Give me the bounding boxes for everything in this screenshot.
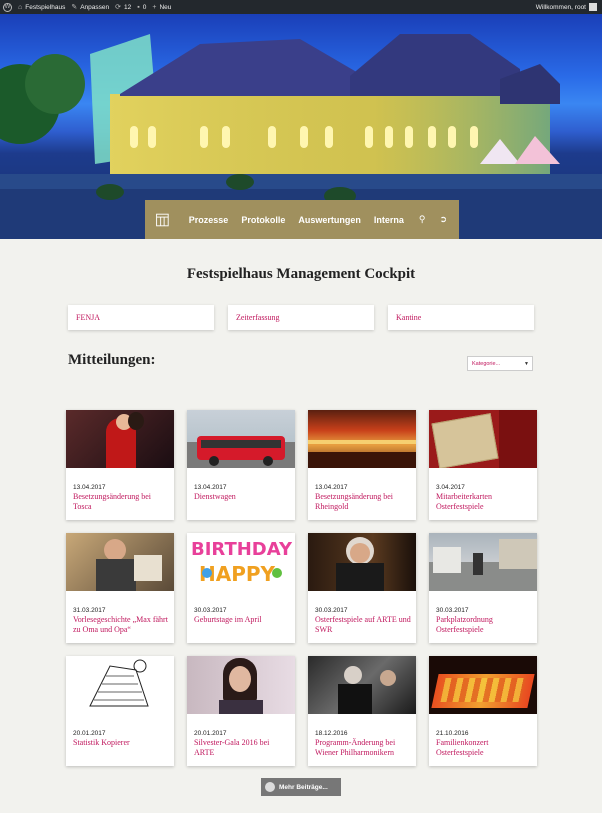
post-card[interactable]: 31.03.2017 Vorlesegeschichte „Max fährt … (66, 533, 174, 643)
adminbar-customize-label: Anpassen (80, 3, 110, 11)
post-thumbnail[interactable] (429, 410, 537, 468)
post-date: 13.04.2017 (315, 484, 348, 491)
category-select[interactable]: Kategorie... ▼ (467, 356, 533, 371)
brush-icon: ✎ (71, 4, 78, 11)
nav-prozesse[interactable]: Prozesse (189, 215, 229, 225)
adminbar-new[interactable]: + Neu (152, 0, 171, 14)
spinner-icon (265, 782, 275, 792)
post-thumbnail[interactable] (66, 656, 174, 714)
post-date: 30.03.2017 (194, 607, 227, 614)
logout-icon[interactable]: ➲ (439, 214, 447, 225)
post-card[interactable]: 3.04.2017 Mitarbeiterkarten Osterfestspi… (429, 410, 537, 520)
post-title[interactable]: Vorlesegeschichte „Max fährt zu Oma und … (73, 615, 169, 635)
post-thumbnail[interactable] (429, 533, 537, 591)
post-card[interactable]: 13.04.2017 Dienstwagen (187, 410, 295, 520)
post-card[interactable]: 20.01.2017 Silvester-Gala 2016 bei ARTE (187, 656, 295, 766)
adminbar-welcome: Willkommen, root (535, 3, 586, 11)
plus-icon: + (152, 3, 157, 11)
post-title[interactable]: Statistik Kopierer (73, 738, 169, 748)
post-card[interactable]: 13.04.2017 Besetzungsänderung bei Tosca (66, 410, 174, 520)
post-date: 18.12.2016 (315, 730, 348, 737)
quicklink-fenja[interactable]: FENJA (68, 305, 214, 330)
post-thumbnail[interactable] (429, 656, 537, 714)
post-thumbnail[interactable] (308, 410, 416, 468)
updates-icon: ⟳ (115, 4, 122, 11)
comment-icon: ▪ (137, 3, 140, 11)
load-more-label: Mehr Beiträge... (279, 783, 328, 791)
post-thumbnail[interactable]: BIRTHDAY HAPPY (187, 533, 295, 591)
post-thumbnail[interactable] (308, 533, 416, 591)
admin-bar: W ⌂ Festspielhaus ✎ Anpassen ⟳ 12 ▪ 0 + Neu W… (0, 0, 602, 14)
festspielhaus-logo[interactable] (156, 209, 169, 231)
chevron-down-icon: ▼ (524, 361, 529, 367)
adminbar-site-label: Festspielhaus (25, 3, 66, 11)
svg-text:BIRTHDAY: BIRTHDAY (191, 539, 293, 560)
search-icon[interactable]: ⚲ (419, 214, 426, 225)
post-date: 30.03.2017 (315, 607, 348, 614)
avatar (589, 3, 597, 11)
post-date: 31.03.2017 (73, 607, 106, 614)
nav-auswertungen[interactable]: Auswertungen (298, 215, 361, 225)
post-card[interactable]: 30.03.2017 Osterfestspiele auf ARTE und … (308, 533, 416, 643)
news-heading: Mitteilungen: (68, 352, 156, 368)
post-date: 20.01.2017 (194, 730, 227, 737)
post-title[interactable]: Familienkonzert Osterfestspiele (436, 738, 532, 758)
post-date: 13.04.2017 (194, 484, 227, 491)
post-thumbnail[interactable] (66, 410, 174, 468)
post-title[interactable]: Silvester-Gala 2016 bei ARTE (194, 738, 290, 758)
adminbar-customize[interactable]: ✎ Anpassen (71, 0, 109, 14)
post-card[interactable]: BIRTHDAY HAPPY 30.03.2017 Geburtstage im… (187, 533, 295, 643)
post-thumbnail[interactable] (187, 656, 295, 714)
post-title[interactable]: Programm-Änderung bei Wiener Philharmoni… (315, 738, 411, 758)
adminbar-updates[interactable]: ⟳ 12 (115, 0, 131, 14)
post-card[interactable]: 20.01.2017 Statistik Kopierer (66, 656, 174, 766)
post-date: 3.04.2017 (436, 484, 465, 491)
adminbar-site[interactable]: ⌂ Festspielhaus (18, 0, 65, 14)
main-nav: Prozesse Protokolle Auswertungen Interna… (145, 200, 459, 239)
post-card[interactable]: 30.03.2017 Parkplatzordnung Osterfestspi… (429, 533, 537, 643)
post-date: 30.03.2017 (436, 607, 469, 614)
post-thumbnail[interactable] (308, 656, 416, 714)
page-title: Festspielhaus Management Cockpit (186, 266, 416, 282)
post-title[interactable]: Besetzungsänderung bei Tosca (73, 492, 169, 512)
quicklink-zeiterfassung[interactable]: Zeiterfassung (228, 305, 374, 330)
sketch-image (89, 659, 149, 707)
quicklink-kantine[interactable]: Kantine (388, 305, 534, 330)
post-card[interactable]: 21.10.2016 Familienkonzert Osterfestspie… (429, 656, 537, 766)
nav-protokolle[interactable]: Protokolle (241, 215, 285, 225)
post-thumbnail[interactable] (66, 533, 174, 591)
home-icon: ⌂ (18, 3, 23, 11)
adminbar-new-label: Neu (159, 3, 172, 11)
post-title[interactable]: Dienstwagen (194, 492, 290, 502)
post-title[interactable]: Parkplatzordnung Osterfestspiele (436, 615, 532, 635)
post-card[interactable]: 18.12.2016 Programm-Änderung bei Wiener … (308, 656, 416, 766)
wordpress-icon[interactable]: W (3, 2, 12, 12)
post-title[interactable]: Besetzungsänderung bei Rheingold (315, 492, 411, 512)
birthday-image: BIRTHDAY HAPPY (191, 539, 293, 586)
post-title[interactable]: Mitarbeiterkarten Osterfestspiele (436, 492, 532, 512)
post-title[interactable]: Geburtstage im April (194, 615, 290, 625)
adminbar-comments[interactable]: ▪ 0 (137, 0, 146, 14)
nav-interna[interactable]: Interna (374, 215, 404, 225)
post-card[interactable]: 13.04.2017 Besetzungsänderung bei Rheing… (308, 410, 416, 520)
load-more-button[interactable]: Mehr Beiträge... (261, 778, 341, 796)
post-date: 21.10.2016 (436, 730, 469, 737)
adminbar-updates-count: 12 (124, 3, 132, 11)
adminbar-comments-count: 0 (142, 3, 147, 11)
post-date: 13.04.2017 (73, 484, 106, 491)
post-thumbnail[interactable] (187, 410, 295, 468)
post-title[interactable]: Osterfestspiele auf ARTE und SWR (315, 615, 411, 635)
category-select-value: Kategorie... (472, 361, 501, 367)
adminbar-account[interactable]: Willkommen, root (536, 3, 597, 11)
post-date: 20.01.2017 (73, 730, 106, 737)
